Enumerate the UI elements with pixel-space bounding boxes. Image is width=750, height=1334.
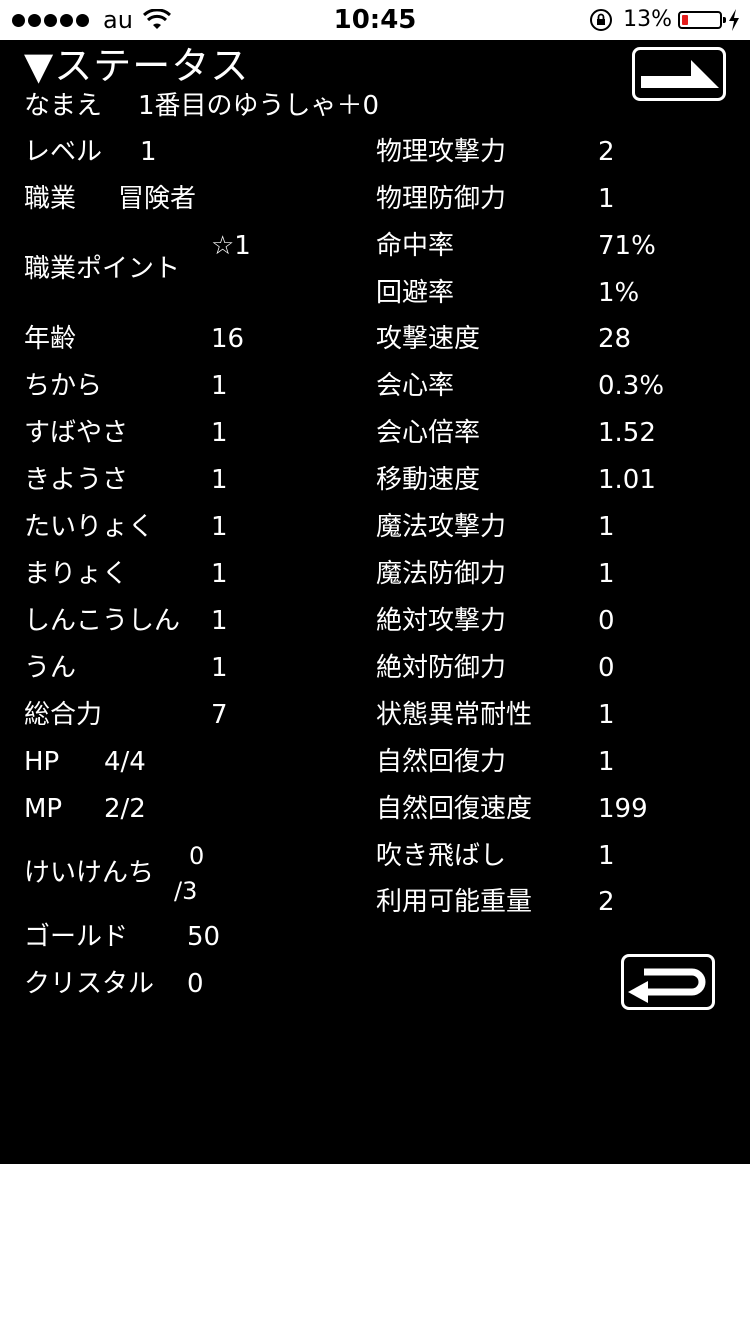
status-panel: ▼ステータス なまえ 1番目のゆうしゃ＋0 レベル 1 職業 冒険者 職業ポイント…: [0, 40, 750, 1164]
abs-def-label: 絶対防御力: [376, 653, 507, 683]
carry-weight-label: 利用可能重量: [376, 887, 533, 917]
toggle-page-button[interactable]: [632, 47, 726, 101]
mag-atk-label: 魔法攻撃力: [376, 512, 507, 542]
regen-value: 1: [598, 747, 615, 777]
turn-arrow-icon: [641, 60, 719, 88]
mag-def-value: 1: [598, 559, 615, 589]
mp-label: MP: [24, 794, 63, 824]
gold-value: 50: [187, 922, 221, 952]
exp-next-value: /3: [174, 877, 198, 905]
carry-weight-value: 2: [598, 887, 615, 917]
power-label: ちから: [24, 371, 103, 401]
rotation-lock-icon: [590, 9, 613, 31]
job-points-label: 職業ポイント: [24, 254, 181, 284]
phys-def-label: 物理防御力: [376, 184, 507, 214]
regen-speed-label: 自然回復速度: [376, 794, 533, 824]
agility-label: すばやさ: [24, 418, 129, 448]
back-button[interactable]: [621, 954, 715, 1010]
crit-mult-value: 1.52: [598, 418, 656, 448]
name-label: なまえ: [24, 91, 103, 121]
job-label: 職業: [24, 184, 77, 214]
knockback-label: 吹き飛ばし: [376, 841, 507, 871]
evasion-label: 回避率: [376, 278, 455, 308]
abs-atk-value: 0: [598, 606, 615, 636]
mag-def-label: 魔法防御力: [376, 559, 507, 589]
status-bar-right: 13%: [589, 6, 740, 34]
battery-percentage: 13%: [623, 7, 672, 32]
magic-label: まりょく: [24, 559, 129, 589]
mp-value: 2/2: [104, 794, 146, 824]
crit-rate-value: 0.3%: [598, 371, 665, 401]
agility-value: 1: [211, 418, 228, 448]
battery-icon: [678, 11, 726, 29]
luck-label: うん: [24, 653, 77, 683]
phys-atk-label: 物理攻撃力: [376, 137, 507, 167]
total-power-value: 7: [211, 700, 228, 730]
status-title: ▼ステータス: [24, 44, 250, 88]
age-value: 16: [211, 324, 245, 354]
move-speed-label: 移動速度: [376, 465, 481, 495]
dexterity-value: 1: [211, 465, 228, 495]
move-speed-value: 1.01: [598, 465, 656, 495]
atk-speed-label: 攻撃速度: [376, 324, 481, 354]
exp-label: けいけんち: [24, 858, 155, 888]
level-value: 1: [140, 137, 157, 167]
atk-speed-value: 28: [598, 324, 632, 354]
stamina-value: 1: [211, 512, 228, 542]
regen-speed-value: 199: [598, 794, 648, 824]
exp-current-value: 0: [189, 842, 205, 870]
return-arrow-icon: [628, 968, 706, 1003]
abs-atk-label: 絶対攻撃力: [376, 606, 507, 636]
faith-value: 1: [211, 606, 228, 636]
dexterity-label: きようさ: [24, 465, 129, 495]
crystal-label: クリスタル: [24, 969, 155, 999]
stamina-label: たいりょく: [24, 512, 155, 542]
mag-atk-value: 1: [598, 512, 615, 542]
abs-def-value: 0: [598, 653, 615, 683]
crystal-value: 0: [187, 969, 204, 999]
phys-atk-value: 2: [598, 137, 615, 167]
knockback-value: 1: [598, 841, 615, 871]
status-res-label: 状態異常耐性: [376, 700, 533, 730]
job-value: 冒険者: [118, 184, 197, 214]
level-label: レベル: [24, 137, 103, 167]
hit-rate-label: 命中率: [376, 231, 455, 261]
power-value: 1: [211, 371, 228, 401]
crit-mult-label: 会心倍率: [376, 418, 481, 448]
job-points-value: ☆1: [211, 231, 251, 261]
name-value: 1番目のゆうしゃ＋0: [138, 91, 380, 121]
hp-label: HP: [24, 747, 60, 777]
phys-def-value: 1: [598, 184, 615, 214]
age-label: 年齢: [24, 324, 77, 354]
total-power-label: 総合力: [24, 700, 103, 730]
evasion-value: 1%: [598, 278, 640, 308]
magic-value: 1: [211, 559, 228, 589]
charging-bolt-icon: [729, 9, 739, 31]
luck-value: 1: [211, 653, 228, 683]
hit-rate-value: 71%: [598, 231, 656, 261]
regen-label: 自然回復力: [376, 747, 507, 777]
status-res-value: 1: [598, 700, 615, 730]
crit-rate-label: 会心率: [376, 371, 455, 401]
status-bar: au 10:45 13%: [0, 0, 750, 40]
character-name-row: なまえ 1番目のゆうしゃ＋0: [24, 86, 379, 126]
faith-label: しんこうしん: [24, 606, 181, 636]
gold-label: ゴールド: [24, 922, 129, 952]
hp-value: 4/4: [104, 747, 146, 777]
